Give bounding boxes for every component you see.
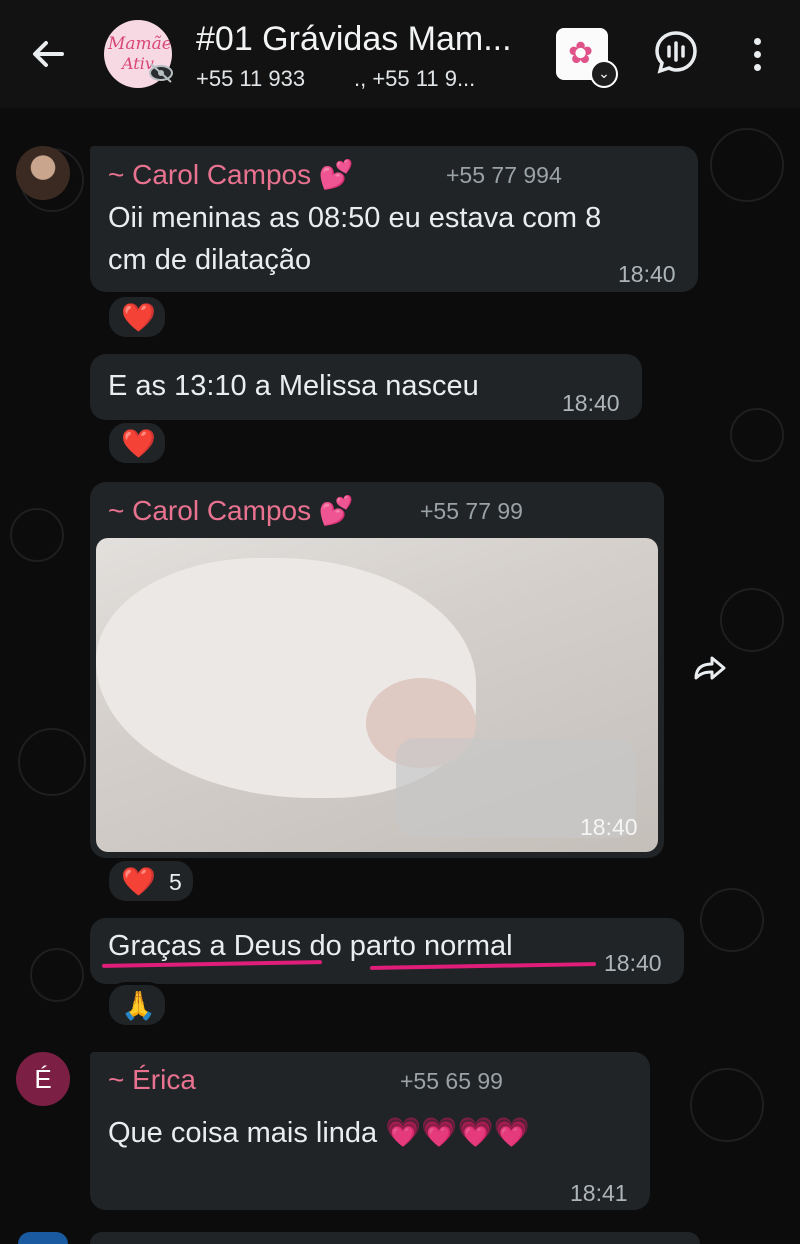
dot-icon (754, 38, 761, 45)
chevron-down-icon: ⌄ (590, 60, 618, 88)
message-time: 18:40 (604, 950, 662, 976)
sticker-icon: ✿ (568, 37, 594, 70)
praying-hands-icon: 🙏 (121, 990, 156, 1021)
heart-icon: ❤️ (121, 428, 156, 459)
message-text: Oii meninas as 08:50 eu estava com 8 (108, 202, 602, 234)
voice-call-icon (655, 31, 697, 74)
reaction-count: 5 (169, 869, 182, 895)
message-text: Graças a Deus do parto normal (108, 930, 513, 962)
message-bubble[interactable]: ~ Carol Campos 💕 +55 77 99 18:40 (90, 482, 664, 858)
sender-phone: +55 65 99 (400, 1068, 503, 1094)
sender-name[interactable]: ~ Érica (108, 1064, 196, 1096)
avatar-carol[interactable] (16, 146, 70, 200)
chat-header: Mamãe Ativ #01 Grávidas Mam... +55 11 93… (0, 0, 800, 108)
message-bubble[interactable]: ~ Érica +55 65 99 Que coisa mais linda 💗… (90, 1052, 650, 1210)
heart-icon: ❤️ (121, 866, 156, 897)
reaction-badge[interactable]: ❤️ (106, 420, 168, 466)
avatar-text-1: Mamãe (108, 34, 172, 54)
message-text: E as 13:10 a Melissa nasceu (108, 370, 479, 402)
message-time: 18:40 (562, 390, 620, 416)
message-bubble[interactable]: E as 13:10 a Melissa nasceu 18:40 (90, 354, 642, 420)
image-time: 18:40 (580, 814, 638, 840)
message-text: cm de dilatação (108, 244, 312, 276)
sender-name[interactable]: ~ Carol Campos 💕 (108, 158, 354, 191)
group-members[interactable]: +55 11 933 ⁠ ⁠ ⁠ ⁠ ⁠ ⁠ ⁠ ., +55 11 9... (196, 66, 475, 92)
baby-photo[interactable]: 18:40 (96, 538, 658, 852)
reaction-badge[interactable]: ❤️ (106, 294, 168, 340)
reaction-badge[interactable]: ❤️ 5 (106, 858, 196, 904)
avatar-letter: É (34, 1064, 52, 1094)
group-title[interactable]: #01 Grávidas Mam... (196, 20, 512, 59)
dot-icon (754, 51, 761, 58)
message-time: 18:40 (618, 261, 676, 287)
next-message-edge (90, 1232, 700, 1244)
heart-icon: ❤️ (121, 302, 156, 333)
forward-icon (694, 656, 726, 680)
reaction-badge[interactable]: 🙏 (106, 982, 168, 1028)
eye-off-icon (148, 62, 174, 84)
next-avatar-edge (18, 1232, 68, 1244)
message-text: Que coisa mais linda 💗💗💗💗 (108, 1117, 530, 1149)
sender-name[interactable]: ~ Carol Campos 💕 (108, 494, 354, 527)
sticker-button[interactable]: ✿ ⌄ (556, 28, 618, 88)
avatar-erica[interactable]: É (16, 1052, 70, 1106)
message-bubble[interactable]: Graças a Deus do parto normal 18:40 (90, 918, 684, 984)
message-time: 18:41 (570, 1180, 628, 1206)
voice-call-button[interactable] (652, 28, 700, 76)
sender-phone: +55 77 99 (420, 498, 523, 524)
forward-button[interactable] (690, 650, 730, 690)
sender-phone: +55 77 994 (446, 162, 562, 188)
message-bubble[interactable]: ~ Carol Campos 💕 +55 77 994 Oii meninas … (90, 146, 698, 292)
back-arrow-icon[interactable] (28, 34, 68, 74)
dot-icon (754, 64, 761, 71)
more-options-button[interactable] (742, 28, 772, 80)
